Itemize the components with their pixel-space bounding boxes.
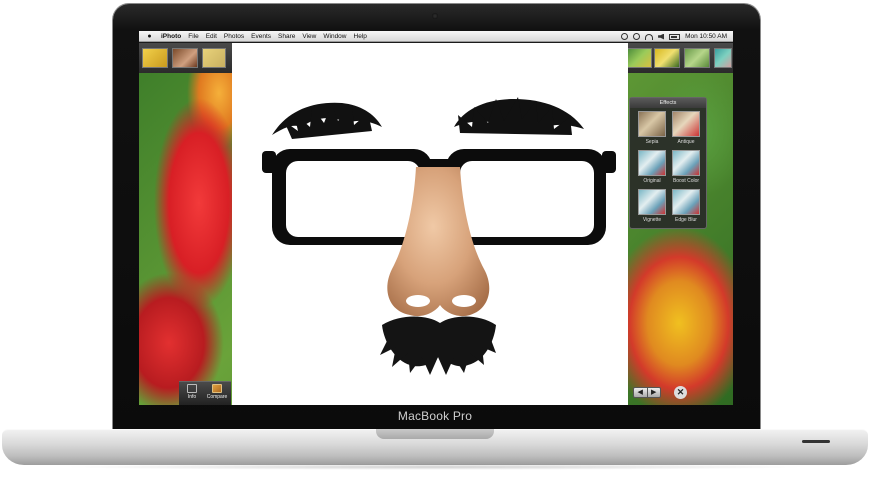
menu-window[interactable]: Window bbox=[323, 33, 346, 40]
sleep-indicator-led bbox=[802, 440, 830, 443]
arrow-right-icon[interactable]: ▶ bbox=[646, 388, 661, 397]
device-brand-label: MacBook Pro bbox=[397, 409, 473, 423]
effect-edge-blur[interactable]: Edge Blur bbox=[670, 189, 702, 223]
thumbnail[interactable] bbox=[654, 48, 680, 68]
close-icon[interactable]: ✕ bbox=[674, 386, 687, 399]
effect-antique[interactable]: Antique bbox=[670, 111, 702, 145]
effects-panel-title: Effects bbox=[630, 98, 706, 108]
battery-icon[interactable] bbox=[669, 33, 681, 40]
eyebrows bbox=[272, 97, 584, 139]
effect-thumbnail bbox=[672, 111, 700, 137]
sync-icon[interactable] bbox=[633, 33, 641, 40]
effect-thumbnail bbox=[638, 189, 666, 215]
webcam bbox=[432, 13, 438, 19]
thumbnail[interactable] bbox=[626, 48, 652, 68]
effect-sepia[interactable]: Sepia bbox=[636, 111, 668, 145]
compare-button[interactable]: Compare bbox=[205, 384, 229, 400]
thumbnail[interactable] bbox=[202, 48, 226, 68]
fake-mustache bbox=[380, 316, 496, 375]
info-label: Info bbox=[187, 394, 197, 400]
thumbnail[interactable] bbox=[142, 48, 168, 68]
thumbnail[interactable] bbox=[172, 48, 198, 68]
effect-label: Sepia bbox=[645, 139, 659, 145]
compare-icon bbox=[212, 384, 222, 393]
menu-share[interactable]: Share bbox=[278, 33, 295, 40]
bottom-toolbar: Info Compare bbox=[179, 381, 231, 405]
effect-thumbnail bbox=[638, 150, 666, 176]
effect-label: Boost Color bbox=[672, 178, 700, 184]
info-icon bbox=[187, 384, 197, 393]
info-button[interactable]: Info bbox=[180, 384, 204, 400]
menu-help[interactable]: Help bbox=[354, 33, 367, 40]
effect-vignette[interactable]: Vignette bbox=[636, 189, 668, 223]
laptop-shadow bbox=[60, 464, 810, 470]
menu-view[interactable]: View bbox=[302, 33, 316, 40]
groucho-glasses-illustration bbox=[262, 97, 616, 375]
menu-app-name[interactable]: iPhoto bbox=[161, 33, 181, 40]
compare-label: Compare bbox=[206, 394, 228, 400]
wifi-icon[interactable] bbox=[645, 33, 654, 40]
effect-boost-color[interactable]: Boost Color bbox=[670, 150, 702, 184]
effect-thumbnail bbox=[672, 189, 700, 215]
effect-label: Original bbox=[643, 178, 661, 184]
time-machine-icon[interactable] bbox=[621, 33, 629, 40]
photo-nav-arrows: ◀ ▶ bbox=[633, 387, 661, 398]
disguise-image bbox=[232, 43, 628, 405]
effect-thumbnail bbox=[672, 150, 700, 176]
effect-original[interactable]: Original bbox=[636, 150, 668, 184]
status-area: Mon 10:50 AM bbox=[616, 31, 727, 42]
effect-label: Edge Blur bbox=[675, 217, 697, 223]
effect-label: Antique bbox=[677, 139, 695, 145]
effects-panel: Effects Sepia Antique Original Boost Col… bbox=[629, 97, 707, 229]
thumbnail[interactable] bbox=[714, 48, 732, 68]
menu-clock[interactable]: Mon 10:50 AM bbox=[685, 33, 727, 40]
menu-events[interactable]: Events bbox=[251, 33, 271, 40]
lid-opening-notch bbox=[376, 429, 494, 439]
thumbnail[interactable] bbox=[684, 48, 710, 68]
menu-photos[interactable]: Photos bbox=[224, 33, 244, 40]
effect-thumbnail bbox=[638, 111, 666, 137]
arrow-left-icon[interactable]: ◀ bbox=[634, 388, 647, 397]
apple-logo-icon[interactable]: ● bbox=[145, 33, 154, 40]
menu-edit[interactable]: Edit bbox=[206, 33, 217, 40]
menu-file[interactable]: File bbox=[188, 33, 198, 40]
volume-icon[interactable] bbox=[658, 33, 665, 40]
effect-label: Vignette bbox=[642, 217, 662, 223]
menu-bar: ● iPhoto File Edit Photos Events Share V… bbox=[139, 31, 733, 42]
